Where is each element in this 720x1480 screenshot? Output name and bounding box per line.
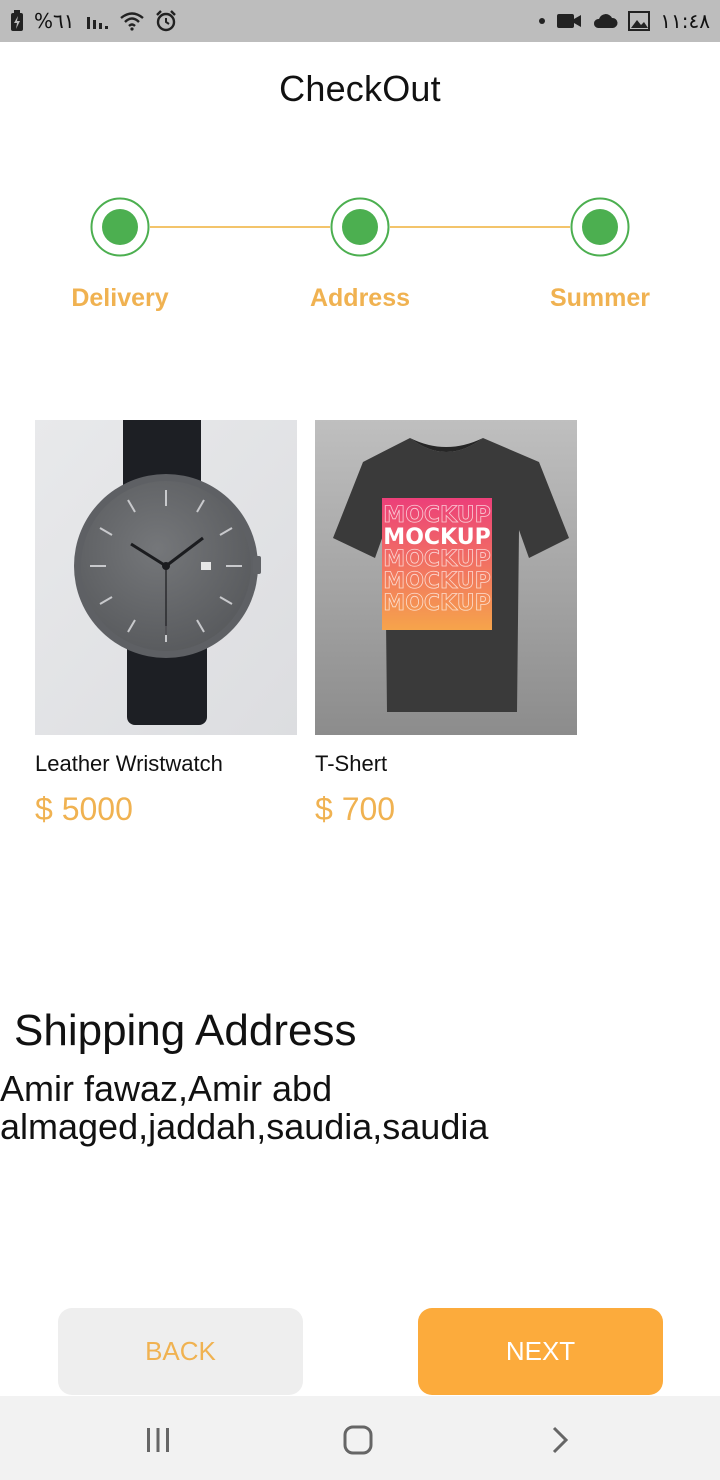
product-image-tshirt: MOCKUP MOCKUP MOCKUP MOCKUP MOCKUP <box>315 420 577 735</box>
alarm-icon <box>155 10 177 32</box>
shipping-address-text: Amir fawaz,Amir abd almaged,jaddah,saudi… <box>0 1068 489 1147</box>
product-name: T-Shert <box>315 751 388 776</box>
clock: ١١:٤٨ <box>660 9 710 33</box>
product-card[interactable]: MOCKUP MOCKUP MOCKUP MOCKUP MOCKUP T-She… <box>315 420 577 828</box>
product-name: Leather Wristwatch <box>35 751 223 776</box>
page-title: CheckOut <box>279 68 441 109</box>
wifi-icon <box>119 11 145 31</box>
next-button[interactable]: NEXT <box>418 1308 663 1395</box>
checkout-stepper: Delivery Address Summer <box>0 190 720 330</box>
step-label-address: Address <box>309 284 411 312</box>
step-node-address[interactable] <box>330 197 390 257</box>
step-label-delivery: Delivery <box>71 284 169 312</box>
battery-percent: %٦١ <box>34 9 75 33</box>
step-node-delivery[interactable] <box>90 197 150 257</box>
step-node-summer[interactable] <box>570 197 630 257</box>
step-label-summer: Summer <box>549 284 651 312</box>
back-button[interactable]: BACK <box>58 1308 303 1395</box>
dot-icon <box>538 17 546 25</box>
product-list: Leather Wristwatch $ 5000 MOCKUP MOCKUP … <box>35 420 685 860</box>
signal-icon <box>85 11 109 31</box>
status-bar: %٦١ ١١:٤٨ <box>0 0 720 42</box>
video-camera-icon <box>556 12 582 30</box>
home-icon[interactable] <box>338 1420 378 1460</box>
status-left: %٦١ <box>10 9 177 33</box>
step-connector-1 <box>150 226 330 228</box>
status-right: ١١:٤٨ <box>538 9 710 33</box>
image-icon <box>628 11 651 31</box>
battery-charging-icon <box>10 10 24 32</box>
system-navigation-bar <box>0 1396 720 1480</box>
product-card[interactable]: Leather Wristwatch $ 5000 <box>35 420 297 828</box>
product-image-watch <box>35 420 297 735</box>
product-price: $ 5000 <box>35 791 133 827</box>
product-price: $ 700 <box>315 791 396 827</box>
mockup-text: MOCKUP <box>383 591 490 616</box>
back-nav-icon[interactable] <box>540 1420 580 1460</box>
recent-apps-icon[interactable] <box>138 1420 178 1460</box>
cloud-icon <box>592 12 618 30</box>
shipping-address-title: Shipping Address <box>14 1006 357 1055</box>
step-connector-2 <box>390 226 570 228</box>
